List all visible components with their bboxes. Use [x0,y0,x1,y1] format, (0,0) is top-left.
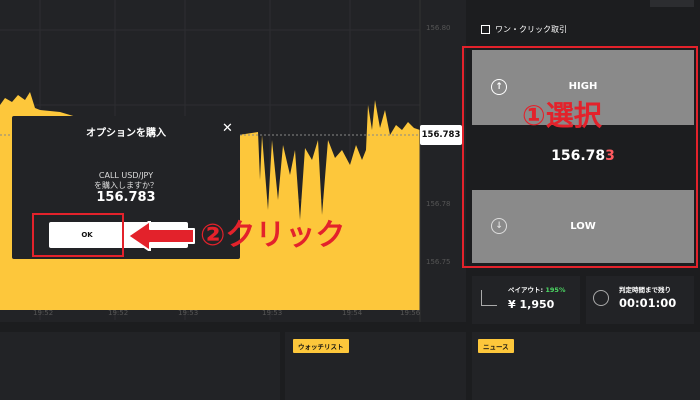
select-highlight-outline [462,46,698,268]
left-arrow-icon [128,221,195,251]
modal-asset-line: CALL USD/JPY [98,171,154,180]
modal-title: オプションを購入 [86,128,166,139]
watchlist-tag[interactable]: ウォッチリスト [293,339,349,353]
news-tag[interactable]: ニュース [478,339,514,353]
step2-annotation: ②クリック [200,218,346,253]
one-click-checkbox[interactable] [481,25,490,34]
price-tick: 156.75 [426,258,451,266]
time-tick: 19:53 [262,309,283,317]
time-tick: 19:53 [178,309,199,317]
payout-title: ペイアウト: 195% [508,284,565,294]
news-panel: ニュース [472,332,700,400]
payout-value: ¥ 1,950 [508,298,555,311]
timer-card: 判定時間まで残り 00:01:00 [586,276,694,324]
clock-icon [593,290,609,306]
ok-highlight-outline [32,213,124,257]
price-tick: 156.78 [426,200,451,208]
close-icon[interactable]: ✕ [222,121,233,136]
watchlist-panel: ウォッチリスト [285,332,466,400]
timer-title: 判定時間まで残り [619,286,671,294]
timer-value: 00:01:00 [619,296,677,310]
step1-annotation: ①選択 [522,99,602,132]
time-tick: 19:54 [342,309,363,317]
bottom-left-panel [0,332,280,400]
time-tick: 19:56 [400,309,421,317]
bar-chart-icon [481,290,497,306]
payout-title-label: ペイアウト: [508,286,544,294]
modal-price: 156.783 [96,190,156,205]
time-tick: 19:52 [108,309,129,317]
current-price-label: 156.783 [420,125,462,145]
top-panel-button[interactable] [650,0,694,7]
one-click-label: ワン・クリック取引 [495,25,567,34]
time-tick: 19:52 [33,309,54,317]
payout-percent: 195% [545,286,566,294]
price-tick: 156.80 [426,24,451,32]
payout-card: ペイアウト: 195% ¥ 1,950 [472,276,580,324]
